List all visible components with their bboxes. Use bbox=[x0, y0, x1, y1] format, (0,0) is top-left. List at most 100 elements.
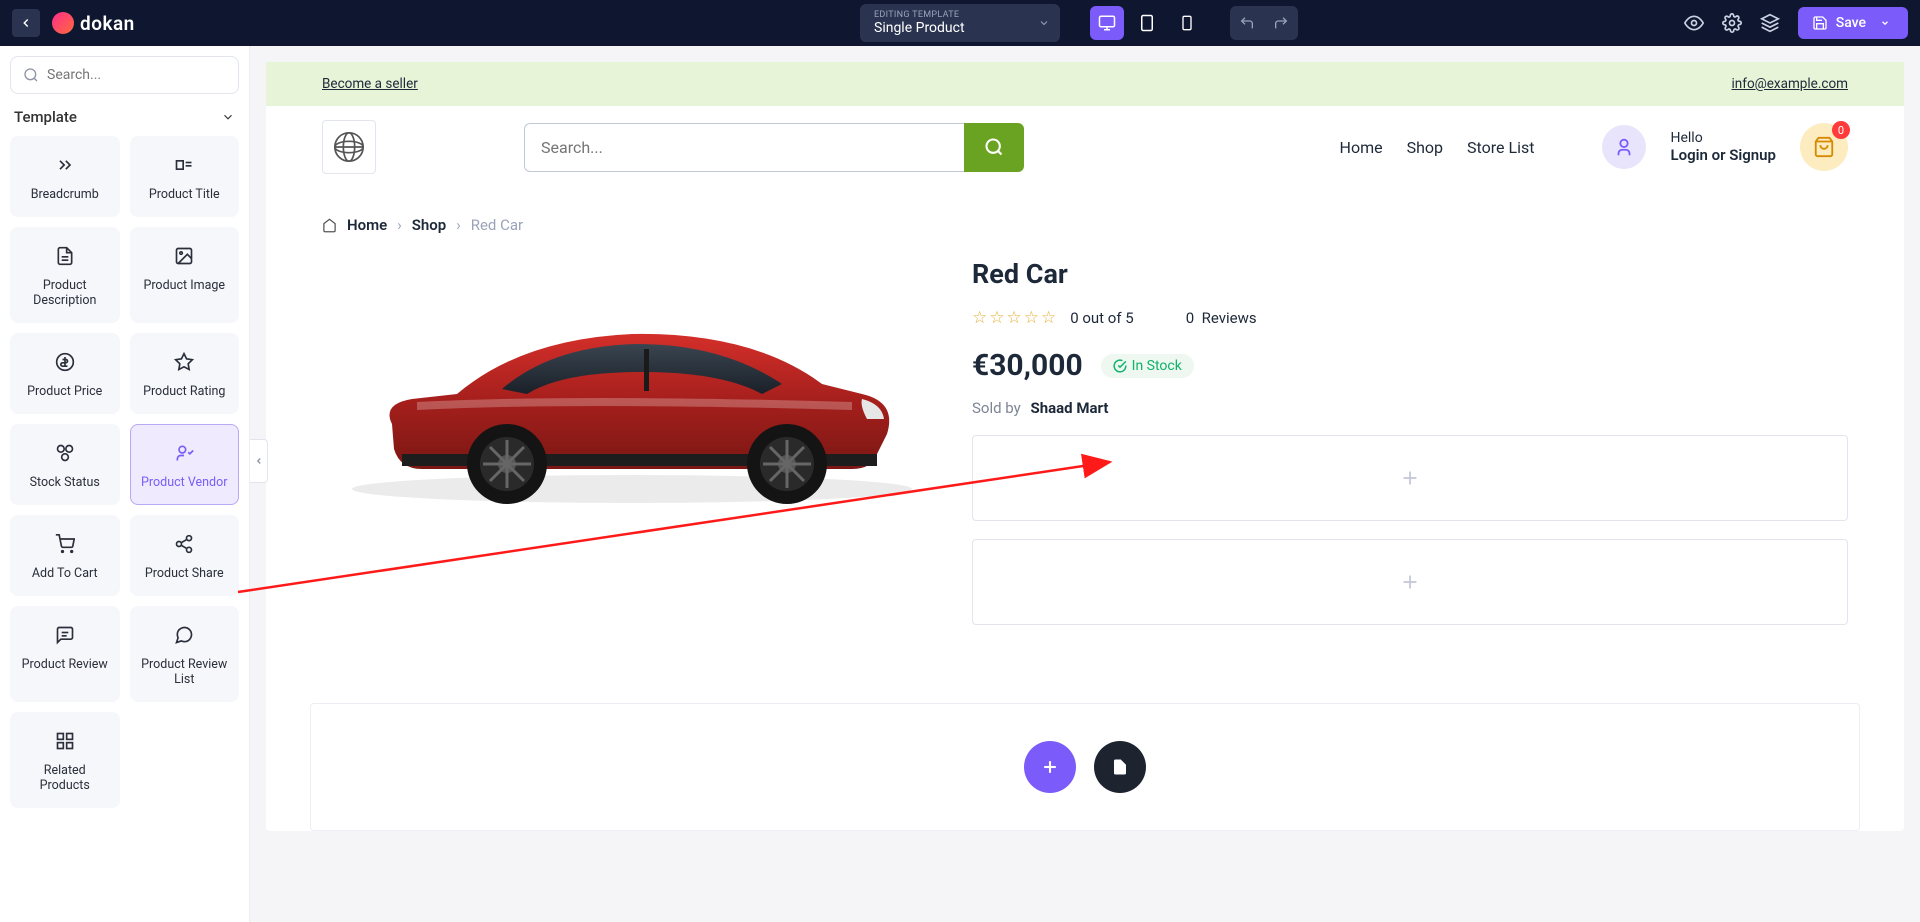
cart-icon bbox=[55, 534, 75, 554]
vendor-icon bbox=[174, 443, 194, 463]
bottom-section bbox=[310, 703, 1860, 831]
widget-label: Product Title bbox=[149, 187, 220, 202]
store-search-input[interactable] bbox=[524, 123, 964, 172]
chevron-down-icon bbox=[221, 110, 235, 124]
breadcrumb-home[interactable]: Home bbox=[347, 216, 387, 234]
widget-share[interactable]: Product Share bbox=[130, 515, 240, 596]
widget-price[interactable]: Product Price bbox=[10, 333, 120, 414]
share-icon bbox=[174, 534, 194, 554]
widget-breadcrumb[interactable]: Breadcrumb bbox=[10, 136, 120, 217]
templates-button[interactable] bbox=[1094, 741, 1146, 793]
chevron-down-icon bbox=[1038, 17, 1050, 29]
widget-description[interactable]: Product Description bbox=[10, 227, 120, 323]
empty-block-2[interactable] bbox=[972, 539, 1848, 625]
undo-button[interactable] bbox=[1230, 6, 1264, 40]
empty-block-1[interactable] bbox=[972, 435, 1848, 521]
mobile-view-button[interactable] bbox=[1170, 6, 1204, 40]
price-row: €30,000 In Stock bbox=[972, 348, 1848, 383]
preview-icon[interactable] bbox=[1684, 13, 1704, 33]
section-title: Template bbox=[14, 108, 77, 126]
store-header: Home Shop Store List Hello Login or Sign… bbox=[266, 106, 1904, 188]
template-selector[interactable]: EDITING TEMPLATE Single Product bbox=[860, 4, 1060, 42]
description-icon bbox=[55, 246, 75, 266]
layers-icon[interactable] bbox=[1760, 13, 1780, 33]
breadcrumb: Home › Shop › Red Car bbox=[266, 188, 1904, 244]
price-icon bbox=[55, 352, 75, 372]
editing-template-label: EDITING TEMPLATE bbox=[874, 10, 1024, 20]
rating-row: ☆☆☆☆☆ 0 out of 5 0 Reviews bbox=[972, 308, 1848, 328]
widget-title[interactable]: Product Title bbox=[130, 136, 240, 217]
widget-grid: Breadcrumb Product Title Product Descripti… bbox=[10, 136, 239, 808]
star-icons: ☆☆☆☆☆ bbox=[972, 308, 1058, 328]
desktop-view-button[interactable] bbox=[1090, 6, 1124, 40]
template-name: Single Product bbox=[874, 20, 1024, 36]
back-button[interactable] bbox=[12, 9, 40, 37]
product-info: Red Car ☆☆☆☆☆ 0 out of 5 0 Reviews €30,0… bbox=[972, 254, 1848, 643]
nav-shop[interactable]: Shop bbox=[1407, 138, 1443, 157]
breadcrumb-icon bbox=[55, 155, 75, 175]
widget-reviewlist[interactable]: Product Review List bbox=[130, 606, 240, 702]
contact-email-link[interactable]: info@example.com bbox=[1732, 76, 1848, 92]
widget-label: Product Vendor bbox=[141, 475, 227, 490]
nav-home[interactable]: Home bbox=[1340, 138, 1383, 157]
related-icon bbox=[55, 731, 75, 751]
sold-by-label: Sold by bbox=[972, 399, 1021, 417]
store-brand-logo bbox=[322, 120, 376, 174]
store-nav: Home Shop Store List bbox=[1340, 138, 1535, 157]
settings-icon[interactable] bbox=[1722, 13, 1742, 33]
title-icon bbox=[174, 155, 194, 175]
save-button[interactable]: Save bbox=[1798, 7, 1908, 39]
rating-text: 0 out of 5 bbox=[1070, 309, 1134, 327]
vendor-name[interactable]: Shaad Mart bbox=[1030, 399, 1108, 417]
logo-mark bbox=[52, 12, 74, 34]
widget-vendor[interactable]: Product Vendor bbox=[130, 424, 240, 505]
widget-label: Related Products bbox=[19, 763, 111, 793]
avatar[interactable] bbox=[1602, 125, 1646, 169]
widget-cart[interactable]: Add To Cart bbox=[10, 515, 120, 596]
widget-label: Product Review bbox=[22, 657, 108, 672]
logo-text: dokan bbox=[80, 12, 135, 35]
search-icon bbox=[23, 67, 39, 83]
widget-label: Product Share bbox=[145, 566, 224, 581]
become-seller-link[interactable]: Become a seller bbox=[322, 76, 418, 92]
topbar-right-controls: Save bbox=[1684, 7, 1908, 39]
tablet-view-button[interactable] bbox=[1130, 6, 1164, 40]
widget-search-input[interactable] bbox=[47, 67, 226, 83]
main-layout: Template Breadcrumb Product Title Product … bbox=[0, 46, 1920, 922]
widget-label: Product Description bbox=[19, 278, 111, 308]
widget-label: Stock Status bbox=[30, 475, 100, 490]
account-hello: Hello bbox=[1670, 130, 1776, 146]
promo-bar: Become a seller info@example.com bbox=[266, 62, 1904, 106]
product-row: Red Car ☆☆☆☆☆ 0 out of 5 0 Reviews €30,0… bbox=[266, 244, 1904, 673]
sidebar-collapse-handle[interactable] bbox=[250, 439, 268, 483]
cart-button[interactable]: 0 bbox=[1800, 123, 1848, 171]
widget-label: Product Price bbox=[27, 384, 102, 399]
widget-sidebar: Template Breadcrumb Product Title Product … bbox=[0, 46, 250, 922]
account-area: Hello Login or Signup 0 bbox=[1602, 123, 1848, 171]
widget-label: Product Review List bbox=[139, 657, 231, 687]
widget-search-box[interactable] bbox=[10, 56, 239, 94]
widget-stock[interactable]: Stock Status bbox=[10, 424, 120, 505]
widget-label: Product Rating bbox=[143, 384, 225, 399]
add-block-button[interactable] bbox=[1024, 741, 1076, 793]
redo-button[interactable] bbox=[1264, 6, 1298, 40]
review-icon bbox=[55, 625, 75, 645]
store-search-button[interactable] bbox=[964, 123, 1024, 172]
widget-rating[interactable]: Product Rating bbox=[130, 333, 240, 414]
account-text[interactable]: Hello Login or Signup bbox=[1670, 130, 1776, 164]
rating-icon bbox=[174, 352, 194, 372]
account-login: Login or Signup bbox=[1670, 146, 1776, 164]
widget-related[interactable]: Related Products bbox=[10, 712, 120, 808]
breadcrumb-shop[interactable]: Shop bbox=[412, 216, 446, 234]
widget-image[interactable]: Product Image bbox=[130, 227, 240, 323]
widget-label: Breadcrumb bbox=[31, 187, 99, 202]
car-illustration bbox=[322, 254, 942, 534]
chevron-down-icon bbox=[1880, 18, 1890, 28]
device-switch bbox=[1090, 6, 1204, 40]
template-section-head[interactable]: Template bbox=[10, 94, 239, 136]
image-icon bbox=[174, 246, 194, 266]
widget-review[interactable]: Product Review bbox=[10, 606, 120, 702]
canvas: Become a seller info@example.com Home Sh… bbox=[266, 62, 1904, 831]
nav-storelist[interactable]: Store List bbox=[1467, 138, 1534, 157]
store-search bbox=[524, 123, 1024, 172]
